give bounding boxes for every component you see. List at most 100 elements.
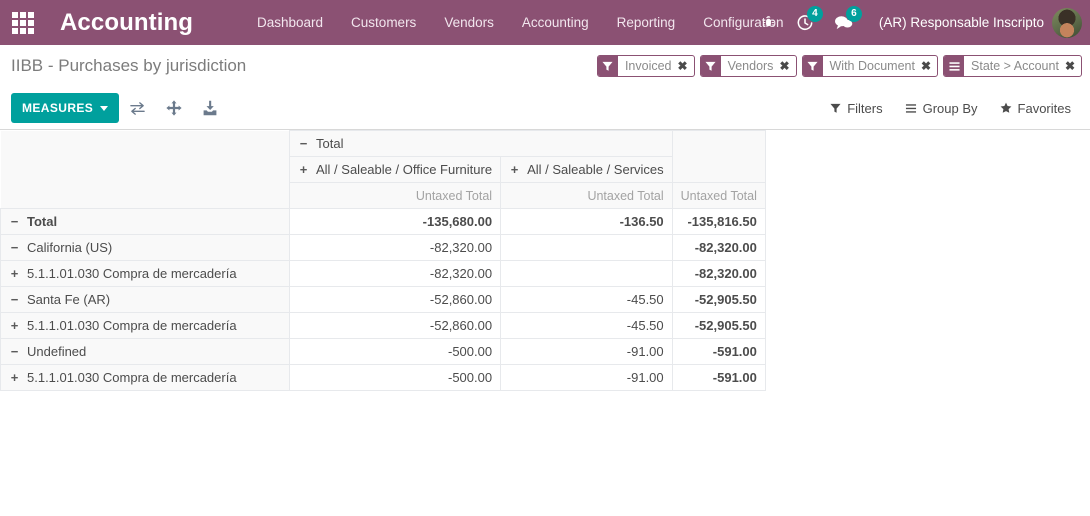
table-row: +5.1.1.01.030 Compra de mercadería -52,8… <box>0 312 766 339</box>
apps-menu-toggle[interactable] <box>0 0 46 45</box>
chevron-down-icon <box>100 105 109 111</box>
cell-value[interactable]: -45.50 <box>500 286 673 313</box>
cell-value[interactable]: -91.00 <box>500 338 673 365</box>
pivot-body: − Total -135,680.00 -136.50 -135,816.50 −… <box>0 208 766 391</box>
groupby-label: Group By <box>922 100 978 116</box>
measure-header-untaxed-total-1[interactable]: Untaxed Total <box>288 182 502 209</box>
activities-menu-button[interactable]: 4 <box>786 0 824 45</box>
measure-header-untaxed-total-2[interactable]: Untaxed Total <box>500 182 673 209</box>
row-header-label: 5.1.1.01.030 Compra de mercadería <box>27 266 237 281</box>
cell-value[interactable] <box>500 260 673 287</box>
row-header-undefined[interactable]: − Undefined <box>0 338 290 365</box>
favorites-dropdown[interactable]: Favorites <box>989 101 1082 116</box>
collapse-toggle[interactable]: − <box>9 344 20 359</box>
row-header-california-us[interactable]: − California (US) <box>0 234 290 261</box>
cell-grand-total[interactable]: -82,320.00 <box>671 234 766 261</box>
expand-toggle[interactable]: + <box>509 162 520 177</box>
collapse-toggle[interactable]: − <box>9 214 20 229</box>
facet-with-document[interactable]: With Document ✖ <box>801 55 939 77</box>
main-menu: Dashboard Customers Vendors Accounting R… <box>243 0 798 45</box>
column-header-label: Total <box>316 136 344 151</box>
menu-item-accounting[interactable]: Accounting <box>508 0 603 45</box>
expand-toggle[interactable]: + <box>9 266 20 281</box>
close-icon[interactable]: ✖ <box>676 56 694 76</box>
facet-label: Invoiced <box>624 59 672 73</box>
navbar-right-section: 4 6 (AR) Responsable Inscripto <box>751 0 1090 45</box>
collapse-toggle[interactable]: − <box>9 240 20 255</box>
row-header-santa-fe-ar[interactable]: − Santa Fe (AR) <box>0 286 290 313</box>
filter-icon <box>802 56 823 76</box>
cell-value[interactable]: -82,320.00 <box>288 260 502 287</box>
grand-total-header-spacer <box>671 130 766 183</box>
cell-grand-total[interactable]: -52,905.50 <box>671 286 766 313</box>
close-icon[interactable]: ✖ <box>1063 56 1081 76</box>
cell-value[interactable]: -91.00 <box>500 364 673 391</box>
pivot-view: − Total + All / Saleable / Office Furnitur… <box>0 130 1090 391</box>
table-row: − California (US) -82,320.00 -82,320.00 <box>0 234 766 261</box>
row-header-account-california[interactable]: +5.1.1.01.030 Compra de mercadería <box>0 260 290 287</box>
user-menu-button[interactable]: (AR) Responsable Inscripto <box>863 0 1052 45</box>
menu-item-customers[interactable]: Customers <box>337 0 430 45</box>
cell-grand-total[interactable]: -591.00 <box>671 338 766 365</box>
debug-menu-button[interactable] <box>751 0 786 45</box>
pivot-header: − Total + All / Saleable / Office Furnitur… <box>0 130 766 209</box>
cell-grand-total[interactable]: -82,320.00 <box>671 260 766 287</box>
pivot-corner-cell <box>0 130 290 209</box>
column-group-services[interactable]: + All / Saleable / Services <box>500 156 673 183</box>
row-header-label: Santa Fe (AR) <box>27 292 111 307</box>
expand-all-button[interactable] <box>156 93 192 123</box>
cell-value[interactable]: -45.50 <box>500 312 673 339</box>
facet-label: Vendors <box>727 59 774 73</box>
cell-value[interactable]: -500.00 <box>288 338 502 365</box>
column-group-label: All / Saleable / Services <box>527 162 664 177</box>
collapse-toggle[interactable]: − <box>298 136 309 151</box>
cell-grand-total[interactable]: -135,816.50 <box>671 208 766 235</box>
cell-grand-total[interactable]: -591.00 <box>671 364 766 391</box>
measure-header-untaxed-total-total[interactable]: Untaxed Total <box>671 182 766 209</box>
flip-axis-button[interactable] <box>119 93 156 123</box>
search-options: Filters Group By Favorites <box>819 101 1082 116</box>
cell-grand-total[interactable]: -52,905.50 <box>671 312 766 339</box>
filters-dropdown[interactable]: Filters <box>819 101 893 116</box>
expand-toggle[interactable]: + <box>9 370 20 385</box>
table-row: − Total -135,680.00 -136.50 -135,816.50 <box>0 208 766 235</box>
control-panel-bottom-row: MEASURES Filters Group By Favorites <box>0 87 1090 129</box>
cell-value[interactable]: -136.50 <box>500 208 673 235</box>
column-group-office-furniture[interactable]: + All / Saleable / Office Furniture <box>288 156 502 183</box>
activity-count-badge: 4 <box>806 6 823 22</box>
expand-toggle[interactable]: + <box>9 318 20 333</box>
row-header-account-undefined[interactable]: +5.1.1.01.030 Compra de mercadería <box>0 364 290 391</box>
column-header-total[interactable]: − Total <box>289 130 673 157</box>
collapse-toggle[interactable]: − <box>9 292 20 307</box>
close-icon[interactable]: ✖ <box>919 56 937 76</box>
cell-value[interactable]: -52,860.00 <box>288 286 502 313</box>
cell-value[interactable]: -500.00 <box>288 364 502 391</box>
measures-button[interactable]: MEASURES <box>11 93 120 123</box>
row-header-label: Total <box>27 214 58 229</box>
facet-invoiced[interactable]: Invoiced ✖ <box>596 55 695 77</box>
user-avatar[interactable] <box>1052 7 1082 38</box>
table-row: − Undefined -500.00 -91.00 -591.00 <box>0 338 766 365</box>
expand-toggle[interactable]: + <box>298 162 309 177</box>
star-icon <box>1000 102 1011 113</box>
control-panel-top-row: IIBB - Purchases by jurisdiction Invoice… <box>0 45 1090 87</box>
cell-value[interactable]: -82,320.00 <box>288 234 502 261</box>
cell-value[interactable] <box>500 234 673 261</box>
cell-value[interactable]: -52,860.00 <box>288 312 502 339</box>
messages-menu-button[interactable]: 6 <box>824 0 863 45</box>
menu-item-vendors[interactable]: Vendors <box>430 0 508 45</box>
close-icon[interactable]: ✖ <box>777 56 795 76</box>
app-brand-title[interactable]: Accounting <box>46 0 199 45</box>
filter-icon <box>597 56 618 76</box>
download-xlsx-button[interactable] <box>192 93 228 123</box>
measures-label: MEASURES <box>22 101 94 115</box>
menu-item-dashboard[interactable]: Dashboard <box>243 0 337 45</box>
facet-vendors[interactable]: Vendors ✖ <box>699 55 797 77</box>
groupby-dropdown[interactable]: Group By <box>894 101 989 116</box>
menu-item-reporting[interactable]: Reporting <box>603 0 690 45</box>
facet-state-account[interactable]: State > Account ✖ <box>943 55 1082 77</box>
cell-value[interactable]: -135,680.00 <box>288 208 502 235</box>
breadcrumb: IIBB - Purchases by jurisdiction <box>11 56 247 75</box>
row-header-total[interactable]: − Total <box>0 208 290 235</box>
row-header-account-santa-fe[interactable]: +5.1.1.01.030 Compra de mercadería <box>0 312 290 339</box>
